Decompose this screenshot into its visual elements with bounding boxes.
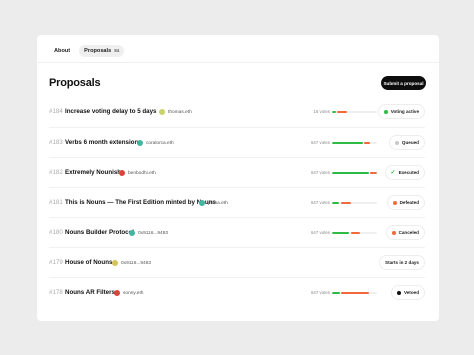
votes-for-segment [332, 231, 350, 234]
proposal-number: #182 [49, 169, 63, 176]
proposal-author[interactable]: jenna.eth [199, 200, 228, 206]
vote-count: 647 votes [310, 230, 330, 235]
author-name: coralorca.eth [146, 140, 174, 146]
tab-count: 84 [114, 48, 120, 53]
status-badge: Defeated [386, 195, 425, 210]
proposal-number: #179 [49, 259, 63, 266]
avatar-icon [114, 290, 120, 296]
status-label: Queued [401, 140, 419, 145]
status-dot-icon [391, 230, 396, 235]
avatar-icon [112, 260, 118, 266]
votes-for-segment [332, 171, 369, 174]
votes-against-segment [337, 110, 347, 113]
vote-count: 16 votes [313, 109, 330, 114]
vote-count: 647 votes [310, 290, 330, 295]
status-dot-icon [383, 109, 388, 114]
proposal-row[interactable]: #178 Nouns AR Filters sonny.eth 647 votes Ve… [49, 277, 425, 307]
submit-proposal-button[interactable]: Submit a proposal [381, 76, 426, 90]
proposal-author[interactable]: coralorca.eth [137, 140, 174, 146]
avatar-icon [119, 170, 125, 176]
vote-bar [332, 291, 377, 294]
proposal-number: #183 [49, 139, 63, 146]
tab-bar: About Proposals 84 [49, 45, 125, 57]
proposal-row[interactable]: #183 Verbs 6 month extension coralorca.eth… [49, 127, 425, 157]
status-label: Voting active [390, 109, 419, 114]
avatar-icon [199, 200, 205, 206]
status-badge: ✓ Executed [384, 165, 425, 180]
proposal-row[interactable]: #184 Increase voting delay to 5 days thoma… [49, 97, 425, 127]
proposal-title[interactable]: Nouns AR Filters [65, 289, 115, 296]
proposal-title[interactable]: Increase voting delay to 5 days [65, 108, 156, 115]
vote-bar [332, 231, 377, 234]
status-badge: Starts in 2 days [379, 255, 425, 270]
vote-bar [332, 201, 377, 204]
proposal-number: #180 [49, 229, 63, 236]
vote-bar [332, 141, 377, 144]
status-dot-icon [396, 290, 401, 295]
votes-for-segment [332, 201, 340, 204]
proposal-author[interactable]: 0x9116...9483 [112, 260, 151, 266]
votes-for-segment [332, 291, 340, 294]
proposal-title[interactable]: Verbs 6 month extension [65, 139, 138, 146]
header-divider [37, 62, 439, 63]
page-title: Proposals [49, 77, 101, 89]
proposal-row[interactable]: #182 Extremely Nounish benbodhi.eth 647 vot… [49, 157, 425, 187]
status-badge: Vetoed [390, 285, 425, 300]
proposal-title[interactable]: Extremely Nounish [65, 169, 121, 176]
status-dot-icon [392, 200, 397, 205]
proposal-number: #181 [49, 199, 63, 206]
tab-proposals[interactable]: Proposals 84 [79, 45, 125, 57]
proposal-author[interactable]: benbodhi.eth [119, 170, 156, 176]
status-dot-icon [394, 140, 399, 145]
author-name: sonny.eth [123, 290, 144, 296]
proposal-row[interactable]: #181 This is Nouns — The First Edition mi… [49, 187, 425, 217]
vote-count: 647 votes [310, 200, 330, 205]
author-name: thomas.eth [168, 109, 192, 115]
vote-count: 647 votes [310, 170, 330, 175]
tab-label: About [54, 48, 71, 54]
votes-against-segment [364, 141, 371, 144]
vote-count: 647 votes [310, 140, 330, 145]
tab-label: Proposals [84, 48, 112, 54]
status-badge: Canceled [385, 225, 425, 240]
status-badge: Queued [388, 135, 425, 150]
votes-for-segment [332, 110, 336, 113]
proposal-number: #178 [49, 289, 63, 296]
status-badge: Voting active [377, 104, 425, 119]
proposal-author[interactable]: 0x9116...9483 [129, 230, 168, 236]
author-name: benbodhi.eth [128, 170, 156, 176]
status-label: Starts in 2 days [385, 260, 419, 265]
proposal-number: #184 [49, 108, 63, 115]
proposal-author[interactable]: thomas.eth [159, 109, 192, 115]
proposals-card: About Proposals 84 Proposals Submit a pro… [37, 35, 439, 321]
proposal-row[interactable]: #180 Nouns Builder Protocol 0x9116...9483 6… [49, 217, 425, 247]
avatar-icon [159, 109, 165, 115]
proposal-row[interactable]: #179 House of Nouns 0x9116...9483 Starts in… [49, 247, 425, 277]
proposal-author[interactable]: sonny.eth [114, 290, 143, 296]
votes-against-segment [340, 201, 352, 204]
avatar-icon [137, 140, 143, 146]
votes-for-segment [332, 141, 363, 144]
votes-against-segment [341, 291, 370, 294]
votes-against-segment [350, 231, 361, 234]
proposal-title[interactable]: Nouns Builder Protocol [65, 229, 134, 236]
tab-about[interactable]: About [49, 45, 75, 57]
author-name: 0x9116...9483 [138, 230, 169, 236]
status-label: Vetoed [403, 290, 419, 295]
votes-against-segment [370, 171, 377, 174]
status-label: Executed [398, 170, 419, 175]
check-icon: ✓ [390, 169, 396, 176]
author-name: 0x9116...9483 [121, 260, 152, 266]
proposal-title[interactable]: House of Nouns [65, 259, 112, 266]
author-name: jenna.eth [208, 200, 228, 206]
vote-bar [332, 171, 377, 174]
status-label: Defeated [399, 200, 419, 205]
vote-bar [332, 110, 377, 113]
status-label: Canceled [398, 230, 419, 235]
avatar-icon [129, 230, 135, 236]
proposal-list: #184 Increase voting delay to 5 days thoma… [49, 97, 425, 307]
proposal-title[interactable]: This is Nouns — The First Edition minted… [65, 199, 216, 206]
